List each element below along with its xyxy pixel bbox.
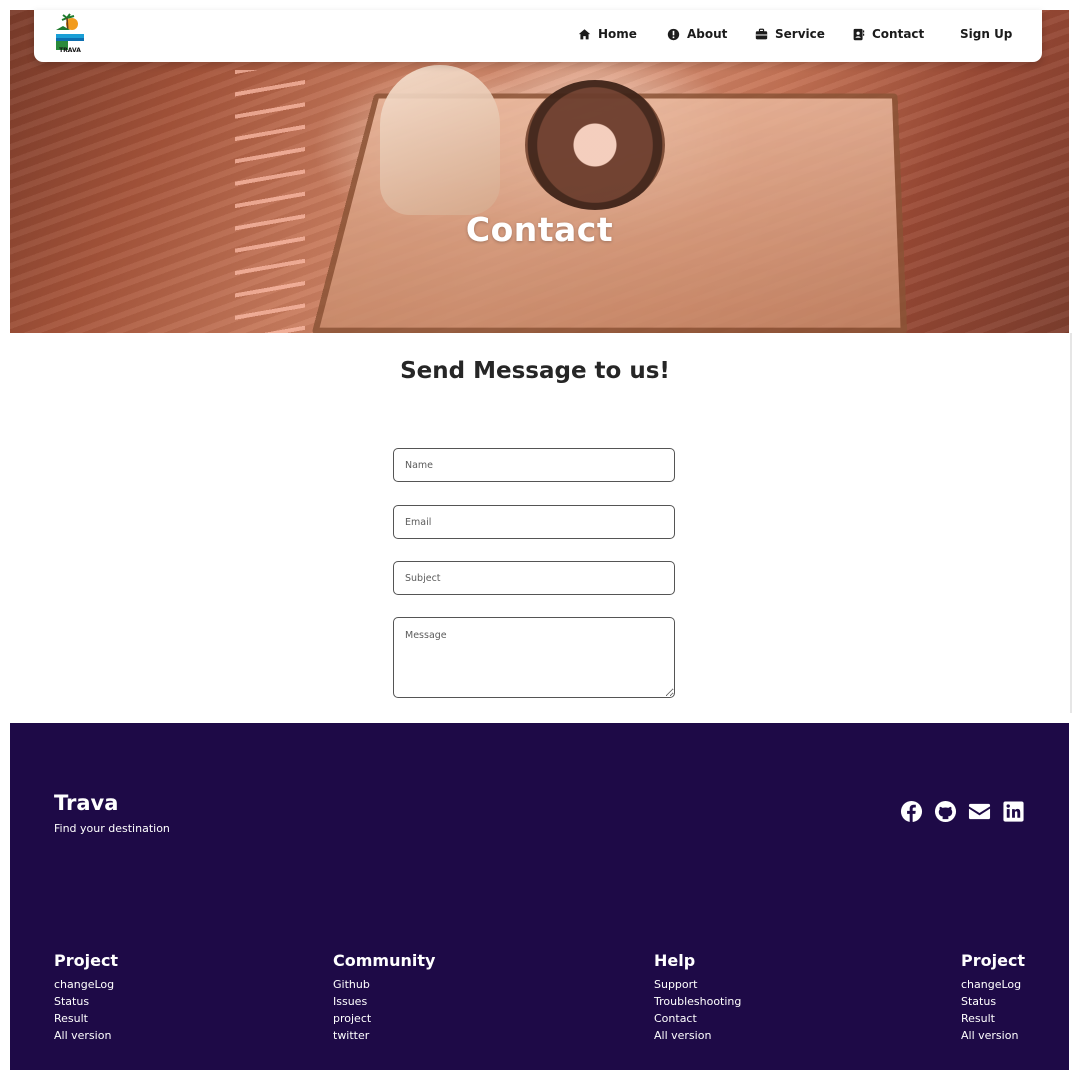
- footer-tagline: Find your destination: [54, 822, 170, 835]
- signup-button[interactable]: Sign Up: [960, 27, 1012, 41]
- footer-column-project: Project changeLog Status Result All vers…: [54, 951, 118, 1044]
- footer-column-help: Help Support Troubleshooting Contact All…: [654, 951, 741, 1044]
- nav-contact-label: Contact: [872, 27, 925, 41]
- address-book-icon: [853, 28, 865, 40]
- rotary-dial-image: [525, 80, 665, 210]
- footer-link[interactable]: Issues: [333, 993, 435, 1010]
- nav-home[interactable]: Home: [578, 27, 637, 41]
- footer-link[interactable]: Support: [654, 976, 741, 993]
- footer-link[interactable]: changeLog: [54, 976, 118, 993]
- facebook-icon[interactable]: [900, 800, 923, 823]
- info-circle-icon: [667, 28, 680, 40]
- footer-link[interactable]: twitter: [333, 1027, 435, 1044]
- subject-input[interactable]: [393, 561, 675, 595]
- message-textarea[interactable]: [393, 617, 675, 698]
- hero-title: Contact: [465, 210, 614, 249]
- email-input[interactable]: [393, 505, 675, 539]
- footer-link[interactable]: Troubleshooting: [654, 993, 741, 1010]
- footer-column-community: Community Github Issues project twitter: [333, 951, 435, 1044]
- nav-service-label: Service: [775, 27, 825, 41]
- footer-link[interactable]: Status: [54, 993, 118, 1010]
- name-input[interactable]: [393, 448, 675, 482]
- footer-link[interactable]: All version: [961, 1027, 1025, 1044]
- navbar: TRAVA Home About Service Contact Sign Up: [34, 10, 1042, 62]
- footer-column-title: Project: [54, 951, 119, 970]
- footer-column-title: Community: [333, 951, 436, 970]
- footer-column-title: Help: [654, 951, 696, 970]
- nav-about[interactable]: About: [667, 27, 727, 41]
- signup-label: Sign Up: [960, 27, 1013, 41]
- github-icon[interactable]: [934, 800, 957, 823]
- nav-about-label: About: [687, 27, 728, 41]
- footer: Trava Find your destination Project chan…: [10, 723, 1069, 1070]
- footer-link[interactable]: Contact: [654, 1010, 741, 1027]
- logo-text: TRAVA: [59, 47, 81, 54]
- briefcase-icon: [755, 28, 768, 39]
- footer-link[interactable]: All version: [54, 1027, 118, 1044]
- footer-link[interactable]: Result: [54, 1010, 118, 1027]
- telephone-cord-image: [235, 70, 305, 333]
- footer-link[interactable]: changeLog: [961, 976, 1025, 993]
- footer-column-project-2: Project changeLog Status Result All vers…: [961, 951, 1025, 1044]
- telephone-handset-image: [380, 65, 500, 215]
- nav-contact[interactable]: Contact: [852, 27, 924, 41]
- trava-logo[interactable]: TRAVA: [54, 12, 86, 54]
- social-links: [900, 800, 1025, 823]
- footer-link[interactable]: Result: [961, 1010, 1025, 1027]
- footer-link[interactable]: Status: [961, 993, 1025, 1010]
- envelope-icon[interactable]: [968, 800, 991, 823]
- footer-link[interactable]: project: [333, 1010, 435, 1027]
- nav-service[interactable]: Service: [755, 27, 825, 41]
- footer-brand: Trava: [54, 791, 119, 815]
- page-edge-divider: [1070, 333, 1072, 713]
- linkedin-icon[interactable]: [1002, 800, 1025, 823]
- form-heading: Send Message to us!: [400, 358, 670, 384]
- home-icon: [578, 28, 591, 39]
- footer-link[interactable]: All version: [654, 1027, 741, 1044]
- footer-link[interactable]: Github: [333, 976, 435, 993]
- nav-home-label: Home: [598, 27, 637, 41]
- footer-column-title: Project: [961, 951, 1026, 970]
